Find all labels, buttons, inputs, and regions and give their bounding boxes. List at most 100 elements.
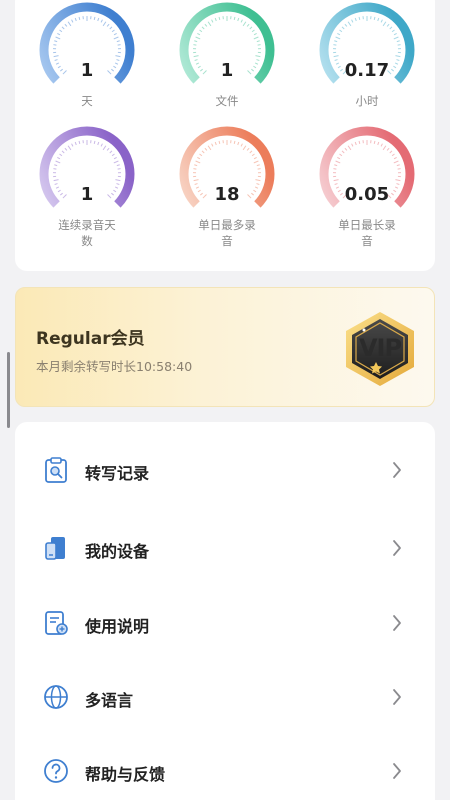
gauge-tick [242, 21, 247, 27]
gauge-tick [93, 140, 96, 144]
gauge-tick [111, 153, 115, 157]
gauge-tick [351, 143, 354, 147]
gauge-label: 小时 [355, 94, 379, 108]
gauge-tick [233, 140, 236, 144]
menu-item-help-feedback[interactable]: 帮助与反馈 [15, 741, 435, 800]
gauge-tick [55, 36, 61, 40]
gauge-tick [256, 40, 260, 43]
vip-badge-text: VIP [358, 334, 402, 362]
gauge-tick [204, 147, 208, 151]
gauge-tick [341, 150, 345, 154]
gauge-tick [344, 147, 348, 151]
gauge-tick [64, 23, 68, 27]
gauge-tick [113, 160, 119, 164]
gauge-tick [347, 145, 352, 151]
gauge-tick [113, 36, 119, 40]
chevron-right-icon [393, 462, 401, 478]
gauge-tick [93, 16, 96, 20]
gauge-tick [335, 160, 341, 164]
gauge-tick [391, 29, 395, 33]
gauge-tick [351, 19, 354, 23]
gauge-tick [54, 40, 58, 43]
gauge-tick [67, 21, 72, 27]
gauge-tick [71, 143, 74, 147]
gauge-tick [377, 17, 380, 22]
gauge-tick [333, 179, 339, 182]
gauge-tick [115, 55, 121, 58]
gauge-label: 连续录音天数 [58, 218, 116, 248]
gauge-tick [211, 19, 214, 23]
gauge-tick [194, 40, 198, 43]
gauge-tick [115, 179, 121, 182]
chevron-right-icon [393, 615, 401, 631]
gauge-tick [113, 156, 117, 160]
gauge-value: 18 [214, 184, 240, 205]
gauge-tick [106, 23, 110, 27]
gauge-tick [382, 21, 387, 27]
gauge-tick [106, 147, 110, 151]
gauge-label: 天 [81, 94, 93, 108]
gauge-tick [102, 21, 107, 27]
gauge-tick [334, 40, 338, 43]
gauge-tick [53, 55, 59, 58]
gauge-tick [337, 32, 341, 36]
gauge-ring [179, 2, 275, 84]
gauge-ring [319, 2, 415, 84]
menu-item-instructions[interactable]: 使用说明 [15, 593, 435, 653]
gauge-tick [71, 19, 74, 23]
gauge-tick [233, 16, 236, 20]
gauge-tick [382, 145, 387, 151]
gauge-tick [373, 16, 376, 20]
gauge-tick [64, 147, 68, 151]
gauge-tick [339, 153, 343, 157]
gauge-tick [97, 141, 100, 146]
gauge-tick [395, 179, 401, 182]
gauge-tick [204, 23, 208, 27]
device-icon [45, 537, 65, 560]
gauge-tick [389, 26, 393, 30]
gauge-tick [57, 156, 61, 160]
gauge-tick [218, 16, 221, 20]
gauge-tick [201, 150, 205, 154]
gauge-tick [358, 16, 361, 20]
manual-icon [45, 611, 68, 635]
gauge-tick [251, 29, 255, 33]
menu-item-languages[interactable]: 多语言 [15, 667, 435, 727]
gauge-tick [57, 32, 61, 36]
gauge-tick [237, 141, 240, 146]
gauge-tick [380, 19, 383, 23]
gauge-tick [78, 140, 81, 144]
gauge-tick [61, 150, 65, 154]
gauge-tick [211, 143, 214, 147]
gauge-tick [195, 36, 201, 40]
gauge-tick [116, 164, 120, 167]
gauge-tick [386, 147, 390, 151]
gauge-tick [246, 147, 250, 151]
gauge-tick [97, 17, 100, 22]
gauge-value: 1 [80, 184, 94, 205]
gauge-tick [74, 17, 77, 22]
gauge-tick [339, 29, 343, 33]
gauge-tick [199, 29, 203, 33]
gauge-tick [207, 145, 212, 151]
gauge-tick [377, 141, 380, 146]
gauge-tick [255, 179, 261, 182]
vip-membership-card[interactable]: Regular会员 本月剩余转写时长10:58:40 VIP [15, 287, 435, 407]
menu-label: 我的设备 [85, 542, 150, 561]
scroll-indicator[interactable] [7, 352, 10, 428]
gauge-tick [253, 32, 257, 36]
gauge-tick [333, 55, 339, 58]
chevron-right-icon [393, 540, 401, 556]
help-icon [44, 759, 68, 783]
gauge-tick [207, 21, 212, 27]
gauge-tick [214, 17, 217, 22]
gauge-tick [386, 23, 390, 27]
gauge-tick [61, 26, 65, 30]
gauge-tick [194, 164, 198, 167]
menu-item-my-devices[interactable]: 我的设备 [15, 518, 435, 578]
gauge-tick [253, 160, 259, 164]
gauge-tick [193, 179, 199, 182]
gauge-tick [393, 36, 399, 40]
menu-item-transcript-records[interactable]: 转写记录 [15, 440, 435, 500]
gauge-tick [201, 26, 205, 30]
